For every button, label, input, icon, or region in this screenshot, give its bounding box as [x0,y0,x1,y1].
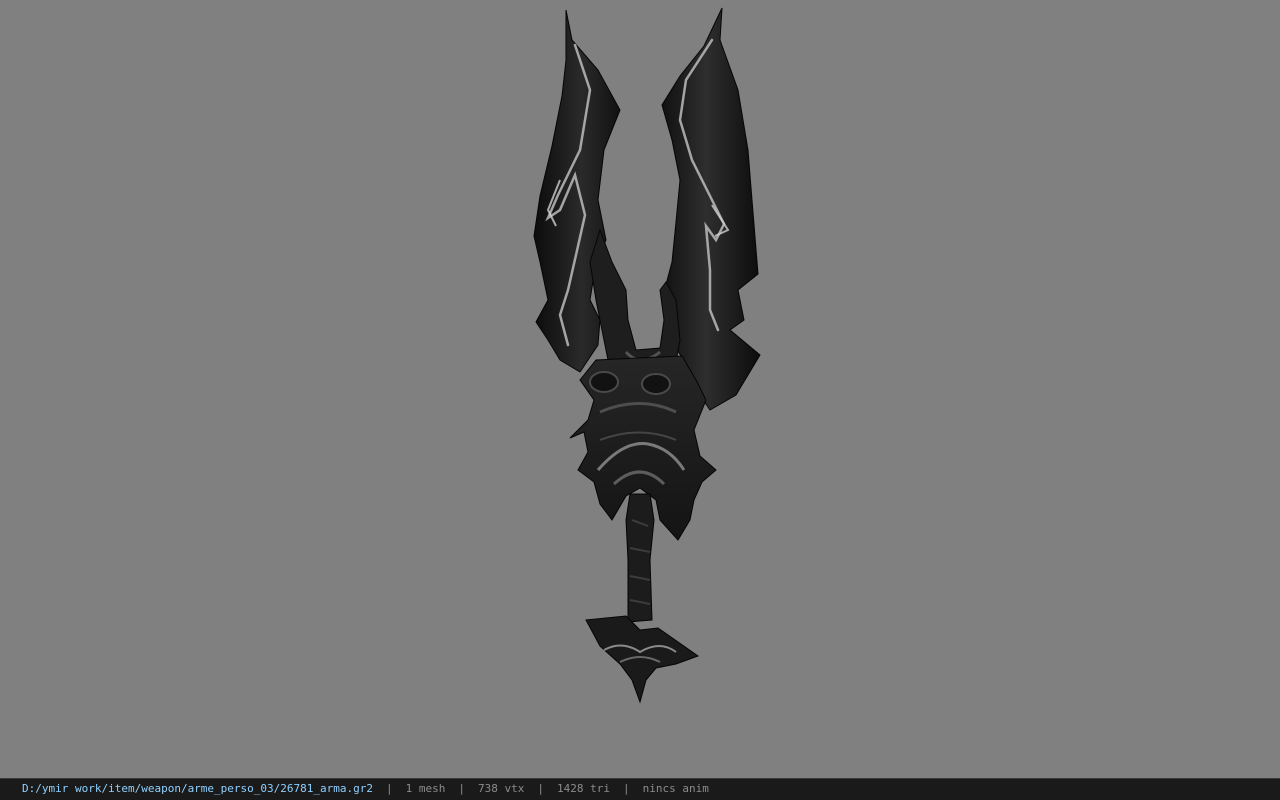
separator: | [458,782,465,795]
separator: | [386,782,393,795]
separator: | [622,782,630,795]
separator: | [537,782,544,795]
triangle-count: 1428 tri [556,782,610,795]
3d-viewport[interactable] [0,0,1280,778]
anim-status: nincs anim [642,782,709,795]
file-path: D:/ymir work/item/weapon/arme_perso_03/2… [22,782,373,795]
status-bar: D:/ymir work/item/weapon/arme_perso_03/2… [0,778,1280,800]
weapon-model [533,7,761,704]
mesh-count: 1 mesh [405,782,446,795]
vertex-count: 738 vtx [478,782,525,795]
pommel [585,615,700,704]
